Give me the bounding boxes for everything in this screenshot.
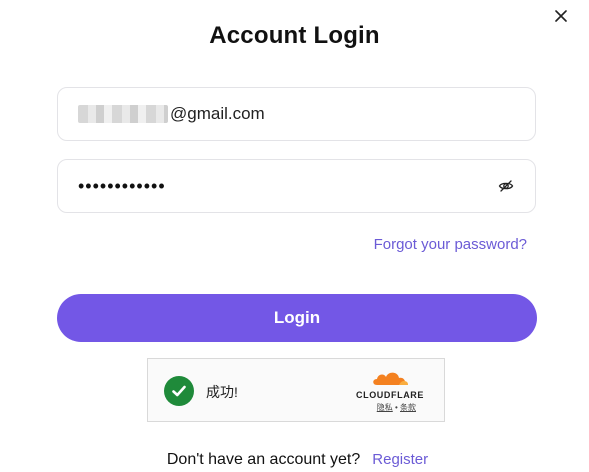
login-dialog: Account Login @gmail.com •••••••••••• Fo…	[0, 0, 589, 472]
success-check-icon	[164, 376, 194, 406]
register-link[interactable]: Register	[372, 451, 428, 468]
cloudflare-cloud-icon	[373, 372, 408, 385]
cloudflare-logo: CLOUDFLARE 隐私 • 条款	[350, 369, 430, 413]
terms-link[interactable]: 条款	[400, 403, 416, 412]
register-prompt: Don't have an account yet?	[166, 451, 361, 468]
cloudflare-captcha-widget: 成功! CLOUDFLARE 隐私 • 条款	[147, 358, 445, 422]
login-button[interactable]: Login	[57, 294, 537, 342]
forgot-password-link[interactable]: Forgot your password?	[374, 236, 527, 253]
register-row: Don't have an account yet? Register	[3, 451, 589, 469]
privacy-link[interactable]: 隐私	[377, 403, 393, 412]
captcha-links: 隐私 • 条款	[350, 402, 430, 413]
email-value: @gmail.com	[170, 104, 265, 123]
password-value: ••••••••••••	[78, 175, 166, 196]
dialog-title: Account Login	[209, 22, 380, 49]
captcha-status: 成功!	[206, 384, 238, 400]
email-redacted	[78, 105, 168, 123]
eye-off-icon	[498, 180, 514, 192]
toggle-password-visibility-button[interactable]	[497, 177, 515, 195]
links-separator: •	[392, 403, 400, 412]
email-field[interactable]: @gmail.com	[57, 87, 536, 141]
password-field[interactable]: ••••••••••••	[57, 159, 536, 213]
close-icon	[555, 10, 567, 22]
cloudflare-wordmark: CLOUDFLARE	[356, 390, 424, 400]
